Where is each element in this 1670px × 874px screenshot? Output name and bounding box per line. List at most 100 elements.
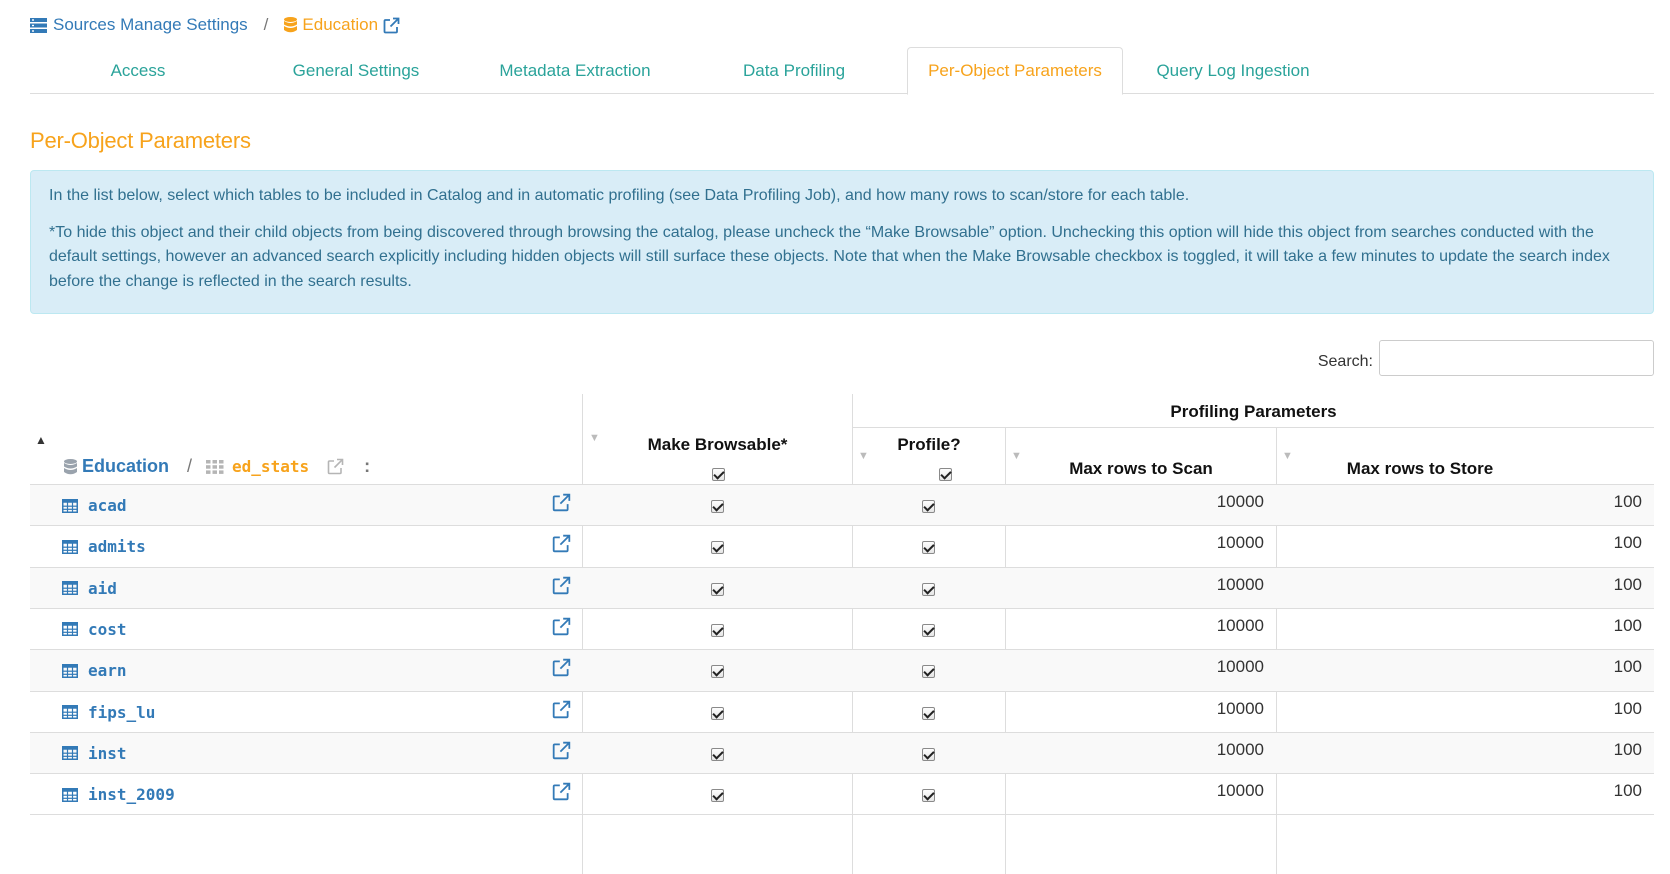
row-external-link[interactable]: [552, 658, 571, 682]
external-link-icon[interactable]: [552, 741, 571, 760]
header-profile[interactable]: Profile?: [853, 435, 1005, 455]
table-row: cost 10000 100: [30, 607, 1654, 650]
make-browsable-checkbox[interactable]: [711, 789, 724, 803]
external-link-icon[interactable]: [327, 458, 344, 475]
table-name-link[interactable]: acad: [88, 496, 127, 515]
row-external-link[interactable]: [552, 782, 571, 806]
server-stack-icon: [30, 17, 47, 33]
row-name-cell: inst_2009: [62, 774, 175, 815]
header-profiling-parameters: Profiling Parameters: [1170, 402, 1337, 421]
max-rows-store-value[interactable]: 100: [1277, 650, 1642, 684]
make-browsable-checkbox[interactable]: [711, 623, 724, 637]
breadcrumb: Sources Manage Settings / Education: [30, 12, 400, 38]
row-name-cell: acad: [62, 485, 127, 526]
max-rows-store-value[interactable]: 100: [1277, 526, 1642, 560]
make-browsable-checkbox[interactable]: [711, 500, 724, 513]
table-name-link[interactable]: inst_2009: [88, 785, 175, 804]
max-rows-scan-value[interactable]: 10000: [1006, 692, 1264, 726]
header-group-divider: [853, 427, 1654, 428]
table-name-link[interactable]: admits: [88, 537, 146, 556]
breadcrumb-sources-link[interactable]: Sources Manage Settings: [30, 15, 248, 35]
path-schema-link[interactable]: ed_stats: [232, 457, 309, 476]
profile-checkbox[interactable]: [922, 789, 935, 803]
header-make-browsable[interactable]: Make Browsable*: [583, 435, 852, 455]
info-paragraph-1: In the list below, select which tables t…: [49, 187, 1190, 204]
max-rows-scan-value[interactable]: 10000: [1006, 650, 1264, 684]
table-name-link[interactable]: inst: [88, 744, 127, 763]
external-link-icon[interactable]: [552, 782, 571, 801]
profile-checkbox[interactable]: [922, 747, 935, 761]
profile-checkbox[interactable]: [922, 541, 935, 555]
external-link-icon[interactable]: [552, 658, 571, 677]
tab-general-settings[interactable]: General Settings: [248, 47, 464, 94]
max-rows-store-value[interactable]: 100: [1277, 733, 1642, 767]
external-link-icon[interactable]: [552, 700, 571, 719]
make-browsable-checkbox[interactable]: [711, 541, 724, 555]
table-row: admits 10000 100: [30, 525, 1654, 567]
max-rows-store-value[interactable]: 100: [1277, 485, 1642, 519]
table-icon: [62, 622, 78, 637]
tab-data-profiling[interactable]: Data Profiling: [686, 47, 902, 94]
table-row: acad 10000 100: [30, 484, 1654, 526]
table-name-link[interactable]: fips_lu: [88, 703, 155, 722]
make-browsable-checkbox[interactable]: [711, 582, 724, 596]
row-external-link[interactable]: [552, 534, 571, 558]
max-rows-scan-value[interactable]: 10000: [1006, 485, 1264, 519]
profile-checkbox[interactable]: [922, 665, 935, 679]
breadcrumb-education-label: Education: [302, 15, 379, 34]
tab-access[interactable]: Access: [30, 47, 246, 94]
sort-ascending-icon[interactable]: ▲: [35, 433, 47, 447]
search-bar: Search:: [1318, 340, 1654, 376]
table-row: fips_lu 10000 100: [30, 690, 1654, 733]
breadcrumb-sources-label: Sources Manage Settings: [53, 15, 248, 34]
max-rows-store-value[interactable]: 100: [1277, 568, 1642, 602]
max-rows-scan-value[interactable]: 10000: [1006, 568, 1264, 602]
tab-query-log-ingestion[interactable]: Query Log Ingestion: [1125, 47, 1341, 94]
header-max-rows-store[interactable]: Max rows to Store: [1277, 459, 1563, 479]
database-icon: [64, 458, 77, 474]
table-name-link[interactable]: earn: [88, 661, 127, 680]
row-external-link[interactable]: [552, 700, 571, 724]
max-rows-scan-value[interactable]: 10000: [1006, 609, 1264, 643]
external-link-icon[interactable]: [552, 534, 571, 553]
external-link-icon[interactable]: [552, 617, 571, 636]
max-rows-store-value[interactable]: 100: [1277, 609, 1642, 643]
row-name-cell: cost: [62, 609, 127, 650]
table-name-link[interactable]: cost: [88, 620, 127, 639]
max-rows-scan-value[interactable]: 10000: [1006, 733, 1264, 767]
make-browsable-checkbox[interactable]: [711, 665, 724, 679]
make-browsable-checkbox[interactable]: [711, 706, 724, 720]
table-name-link[interactable]: aid: [88, 579, 117, 598]
row-external-link[interactable]: [552, 576, 571, 600]
profile-all-checkbox[interactable]: [939, 468, 953, 481]
row-name-cell: admits: [62, 526, 146, 567]
row-name-cell: inst: [62, 733, 127, 774]
tab-per-object-parameters[interactable]: Per-Object Parameters: [907, 47, 1123, 95]
max-rows-store-value[interactable]: 100: [1277, 692, 1642, 726]
tab-metadata-extraction[interactable]: Metadata Extraction: [467, 47, 683, 94]
make-browsable-all-checkbox[interactable]: [712, 468, 725, 481]
max-rows-scan-value[interactable]: 10000: [1006, 526, 1264, 560]
table-icon: [62, 581, 78, 596]
header-max-rows-scan[interactable]: Max rows to Scan: [1006, 459, 1276, 479]
search-input[interactable]: [1379, 340, 1654, 376]
row-external-link[interactable]: [552, 493, 571, 517]
row-external-link[interactable]: [552, 741, 571, 765]
make-browsable-checkbox[interactable]: [711, 747, 724, 761]
path-separator: /: [187, 456, 193, 476]
external-link-icon[interactable]: [552, 576, 571, 595]
row-name-cell: aid: [62, 568, 117, 609]
external-link-icon[interactable]: [552, 493, 571, 512]
table-icon: [62, 498, 78, 513]
row-external-link[interactable]: [552, 617, 571, 641]
grid-icon: [206, 459, 224, 474]
profile-checkbox[interactable]: [922, 500, 935, 513]
max-rows-scan-value[interactable]: 10000: [1006, 774, 1264, 808]
profile-checkbox[interactable]: [922, 623, 935, 637]
path-database-link[interactable]: Education: [82, 456, 169, 477]
external-link-icon[interactable]: [383, 17, 400, 34]
profile-checkbox[interactable]: [922, 582, 935, 596]
max-rows-store-value[interactable]: 100: [1277, 774, 1642, 808]
profile-checkbox[interactable]: [922, 706, 935, 720]
breadcrumb-education-link[interactable]: Education: [284, 15, 400, 35]
